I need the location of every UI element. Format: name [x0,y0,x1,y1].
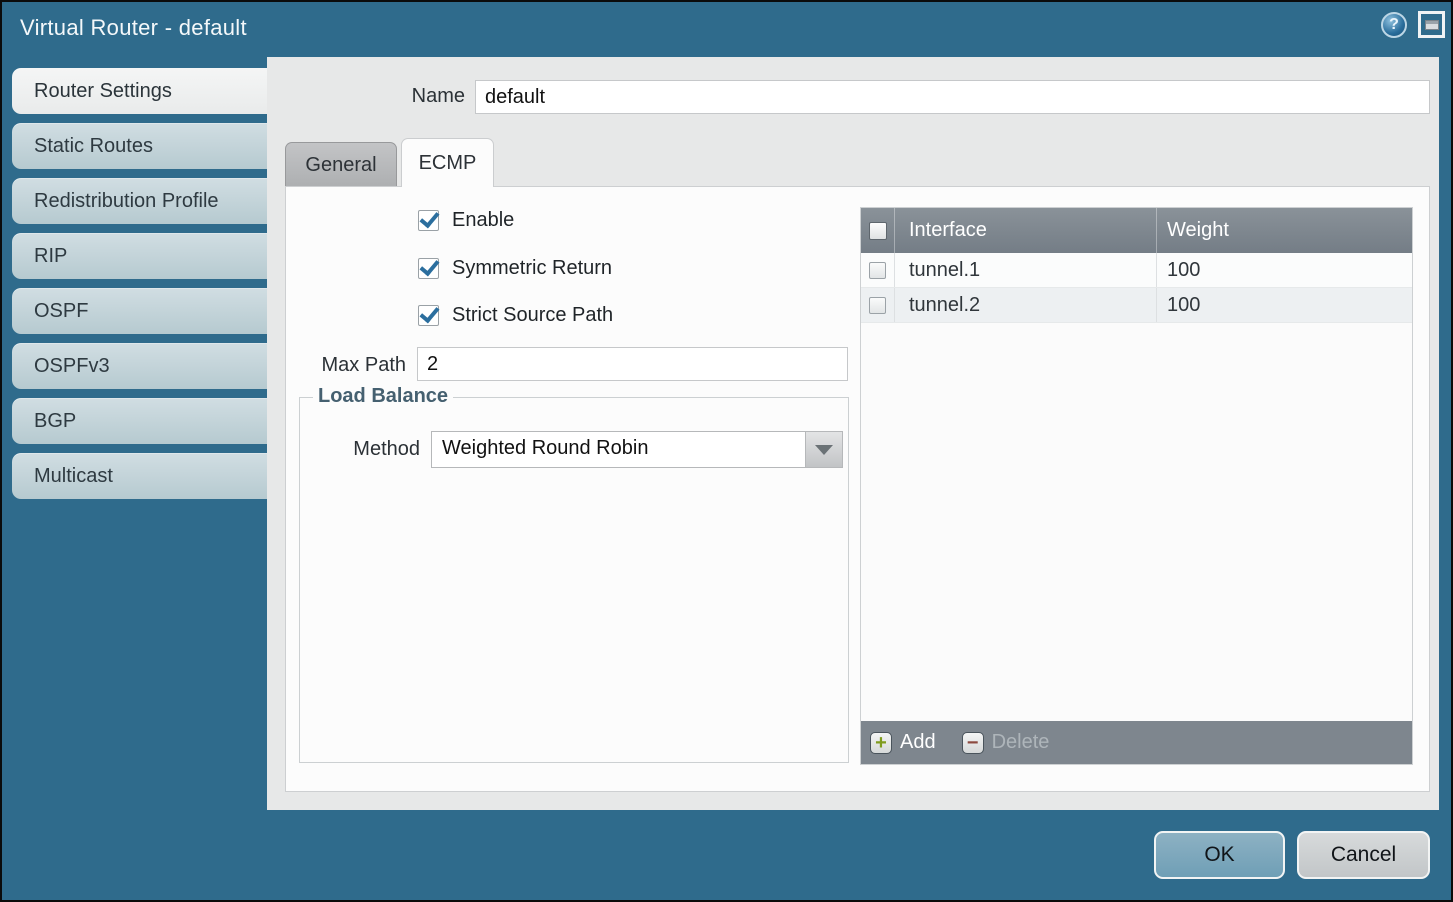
sidebar-item-ospfv3[interactable]: OSPFv3 [12,343,269,389]
delete-button-label: Delete [992,731,1050,754]
interface-cell: tunnel.1 [894,253,1156,287]
row-checkbox[interactable] [869,297,886,314]
sidebar: Router Settings Static Routes Redistribu… [12,68,269,508]
dialog-title: Virtual Router - default [20,15,247,41]
max-path-label: Max Path [286,354,406,377]
method-dropdown-value: Weighted Round Robin [442,437,648,460]
load-balance-fieldset: Load Balance Method Weighted Round Robin [299,397,849,763]
minus-icon: − [962,732,984,754]
interface-weight-table: Interface Weight tunnel.1 100 tunnel.2 1… [860,207,1413,765]
interface-cell: tunnel.2 [894,288,1156,322]
plus-icon: + [870,732,892,754]
chevron-down-icon [815,445,833,455]
virtual-router-dialog: Virtual Router - default ? Router Settin… [0,0,1453,902]
table-row[interactable]: tunnel.2 100 [861,288,1412,323]
question-mark-glyph: ? [1389,16,1399,34]
sidebar-item-redistribution-profile[interactable]: Redistribution Profile [12,178,269,224]
sidebar-item-static-routes[interactable]: Static Routes [12,123,269,169]
ok-button[interactable]: OK [1154,831,1285,879]
cancel-button[interactable]: Cancel [1297,831,1430,879]
interface-column-header: Interface [894,208,1156,253]
add-button-label: Add [900,731,936,754]
symmetric-return-label: Symmetric Return [452,257,612,280]
table-header-row: Interface Weight [861,208,1412,253]
sidebar-item-ospf[interactable]: OSPF [12,288,269,334]
help-icon[interactable]: ? [1381,12,1407,38]
select-all-checkbox[interactable] [869,222,887,240]
sidebar-item-rip[interactable]: RIP [12,233,269,279]
strict-source-path-label: Strict Source Path [452,304,613,327]
tab-general[interactable]: General [285,142,397,187]
table-footer-bar: + Add − Delete [861,721,1412,764]
sidebar-item-bgp[interactable]: BGP [12,398,269,444]
window-restore-glyph [1425,20,1439,30]
weight-cell: 100 [1156,288,1412,322]
table-row[interactable]: tunnel.1 100 [861,253,1412,288]
weight-column-header: Weight [1156,208,1412,253]
symmetric-return-checkbox-row: Symmetric Return [418,257,612,280]
table-empty-area [861,323,1412,721]
sidebar-item-router-settings[interactable]: Router Settings [12,68,269,114]
method-dropdown[interactable]: Weighted Round Robin [431,431,843,468]
load-balance-legend: Load Balance [313,385,453,408]
symmetric-return-checkbox[interactable] [418,258,439,279]
weight-cell: 100 [1156,253,1412,287]
row-checkbox[interactable] [869,262,886,279]
enable-label: Enable [452,209,514,232]
dropdown-button[interactable] [805,432,842,467]
tab-ecmp[interactable]: ECMP [401,138,494,187]
enable-checkbox[interactable] [418,210,439,231]
name-input[interactable] [475,80,1430,114]
delete-button[interactable]: − Delete [962,731,1050,754]
ecmp-panel: Enable Symmetric Return Strict Source Pa… [285,186,1430,792]
sidebar-item-multicast[interactable]: Multicast [12,453,269,499]
name-label: Name [332,85,465,108]
strict-source-path-checkbox[interactable] [418,305,439,326]
add-button[interactable]: + Add [870,731,936,754]
method-label: Method [340,438,420,461]
max-path-input[interactable] [417,347,848,381]
strict-source-path-checkbox-row: Strict Source Path [418,304,613,327]
window-restore-icon[interactable] [1418,11,1445,38]
enable-checkbox-row: Enable [418,209,514,232]
